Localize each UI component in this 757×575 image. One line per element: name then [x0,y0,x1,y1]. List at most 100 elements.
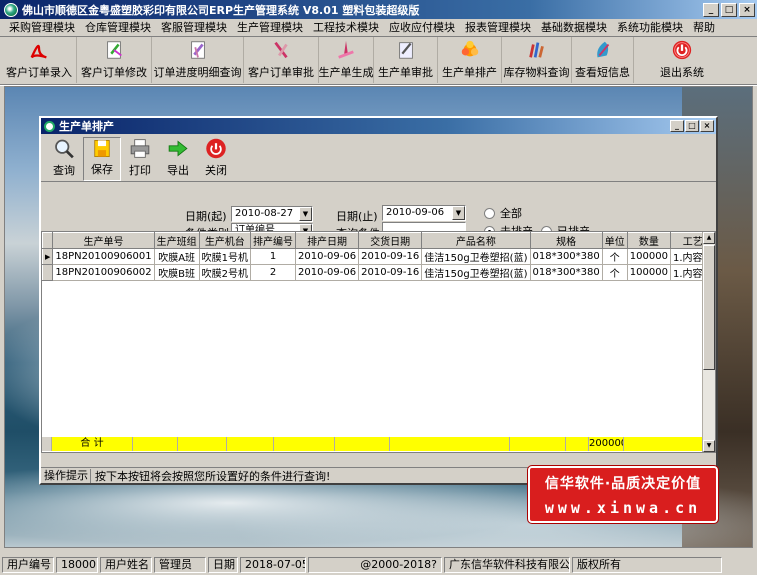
user-name-value: 管理员 [154,557,206,573]
window-icon [44,120,55,132]
edit-document-icon [107,41,122,59]
production-schedule-window: 生产单排产 _ □ × 查询 保存 打印 导出 关闭 日期(起) 2010-08… [39,116,718,485]
main-toolbar: 客户订单录入 客户订单修改 订单进度明细查询 客户订单审批 生产单生成 生产单审… [0,37,757,85]
date-from-picker[interactable]: 2010-08-27 ▼ [231,206,313,222]
inventory-icon [528,42,544,58]
search-document-icon [190,41,205,59]
total-label: 合 计 [52,437,133,451]
order-progress-query-button[interactable]: 订单进度明细查询 [152,37,244,83]
menu-receivable-payable[interactable]: 应收应付模块 [384,19,460,37]
production-approve-button[interactable]: 生产单审批 [374,37,438,83]
menu-purchase[interactable]: 采购管理模块 [4,19,80,37]
menu-warehouse[interactable]: 仓库管理模块 [80,19,156,37]
order-approve-button[interactable]: 客户订单审批 [244,37,319,83]
child-close-button[interactable]: × [700,120,714,132]
column-header[interactable]: 单位 [601,232,628,249]
exit-icon [672,40,692,60]
close-window-button[interactable]: 关闭 [197,137,235,181]
menu-reports[interactable]: 报表管理模块 [460,19,536,37]
child-minimize-button[interactable]: _ [670,120,684,132]
export-arrow-icon [168,140,188,157]
column-header[interactable]: 产品名称 [421,232,531,249]
hint-text: 按下本按钮将会按照您所设置好的条件进行查询! [95,469,331,483]
close-circle-icon [206,138,226,159]
window-titlebar: 佛山市顺德区金粤盛塑胶彩印有限公司ERP生产管理系统 V8.01 塑料包装超级版… [0,0,757,19]
production-generate-button[interactable]: 生产单生成 [319,37,374,83]
schedule-icon [461,40,478,57]
production-schedule-button[interactable]: 生产单排产 [438,37,502,83]
chevron-down-icon[interactable]: ▼ [299,207,312,221]
maximize-button[interactable]: □ [721,2,737,17]
order-entry-button[interactable]: 客户订单录入 [2,37,77,83]
menu-customer-service[interactable]: 客服管理模块 [156,19,232,37]
user-id-value: 180001 [56,557,98,573]
save-button[interactable]: 保存 [83,137,121,181]
exit-system-button[interactable]: 退出系统 [634,37,730,83]
child-toolbar: 查询 保存 打印 导出 关闭 [41,134,716,182]
banner-slogan: 信华软件·品质决定价值 [544,476,702,492]
table-row[interactable]: ▶ 18PN20100906001 吹膜A班 吹膜1号机 1 2010-09-0… [42,248,715,265]
query-button[interactable]: 查询 [45,137,83,181]
view-messages-button[interactable]: 查看短信息 [572,37,634,83]
date-from-label: 日期(起) [185,210,227,223]
message-icon [596,41,609,58]
date-value: 2018-07-05 [240,557,306,573]
row-indicator [42,264,54,281]
column-header[interactable]: 数量 [626,232,671,249]
chevron-down-icon[interactable]: ▼ [452,206,465,220]
date-label: 日期 [208,557,238,573]
table-row[interactable]: 18PN20100906002 吹膜B班 吹膜2号机 2 2010-09-06 … [42,264,715,281]
date-to-picker[interactable]: 2010-09-06 ▼ [382,205,466,221]
radio-all-indicator[interactable] [484,207,495,219]
menu-engineering[interactable]: 工程技术模块 [308,19,384,37]
approve-icon [274,41,288,59]
menu-base-data[interactable]: 基础数据模块 [536,19,612,37]
child-window-title: 生产单排产 [59,120,114,133]
magnifier-icon [55,139,74,159]
scroll-down-icon[interactable]: ▼ [703,440,715,452]
total-quantity: 200000 [589,437,624,451]
close-button[interactable]: × [739,2,755,17]
pdf-icon [30,44,47,59]
column-header[interactable]: 排产编号 [250,232,296,249]
scrollbar-thumb[interactable] [703,245,715,370]
print-button[interactable]: 打印 [121,137,159,181]
column-header[interactable]: 生产单号 [52,232,155,249]
column-header[interactable]: 排产日期 [294,232,360,249]
rights-text: 版权所有 [572,557,722,573]
vendor-banner: 信华软件·品质决定价值 www.xinwa.cn [527,465,719,524]
menu-help[interactable]: 帮助 [688,19,720,37]
printer-icon [130,139,150,158]
schedule-table: 生产单号 生产班组 生产机台 排产编号 排产日期 交货日期 产品名称 规格 单位… [42,232,715,281]
column-header[interactable]: 规格 [529,232,603,249]
generate-icon [338,40,354,59]
hint-label: 操作提示 [41,468,91,483]
export-button[interactable]: 导出 [159,137,197,181]
total-indicator [42,437,52,451]
inventory-query-button[interactable]: 库存物料查询 [502,37,572,83]
column-header[interactable]: 生产机台 [198,232,252,249]
user-name-label: 用户姓名 [100,557,152,573]
menu-system[interactable]: 系统功能模块 [612,19,688,37]
total-row: 合 计 200000 [42,437,704,451]
company-name: 广东信华软件科技有限公司 [444,557,570,573]
app-logo-icon [4,2,18,17]
minimize-button[interactable]: _ [703,2,719,17]
header-indicator [42,232,54,249]
column-header[interactable]: 生产班组 [153,232,200,249]
approve-pen-icon [398,42,413,59]
child-maximize-button[interactable]: □ [685,120,699,132]
child-titlebar: 生产单排产 _ □ × [41,118,716,134]
copyright-text: @2000-2018? [308,557,442,573]
order-modify-button[interactable]: 客户订单修改 [77,37,152,83]
window-title: 佛山市顺德区金粤盛塑胶彩印有限公司ERP生产管理系统 V8.01 塑料包装超级版 [22,3,420,17]
radio-all[interactable]: 全部 [484,205,522,221]
column-header[interactable]: 交货日期 [358,232,423,249]
schedule-grid: 生产单号 生产班组 生产机台 排产编号 排产日期 交货日期 产品名称 规格 单位… [41,231,716,453]
menu-production[interactable]: 生产管理模块 [232,19,308,37]
menu-bar: 采购管理模块 仓库管理模块 客服管理模块 生产管理模块 工程技术模块 应收应付模… [0,19,757,37]
scroll-up-icon[interactable]: ▲ [703,232,715,244]
user-id-label: 用户编号 [2,557,54,573]
vertical-scrollbar[interactable]: ▲ ▼ [702,232,715,452]
status-bar: 用户编号 180001 用户姓名 管理员 日期 2018-07-05 @2000… [0,555,757,575]
